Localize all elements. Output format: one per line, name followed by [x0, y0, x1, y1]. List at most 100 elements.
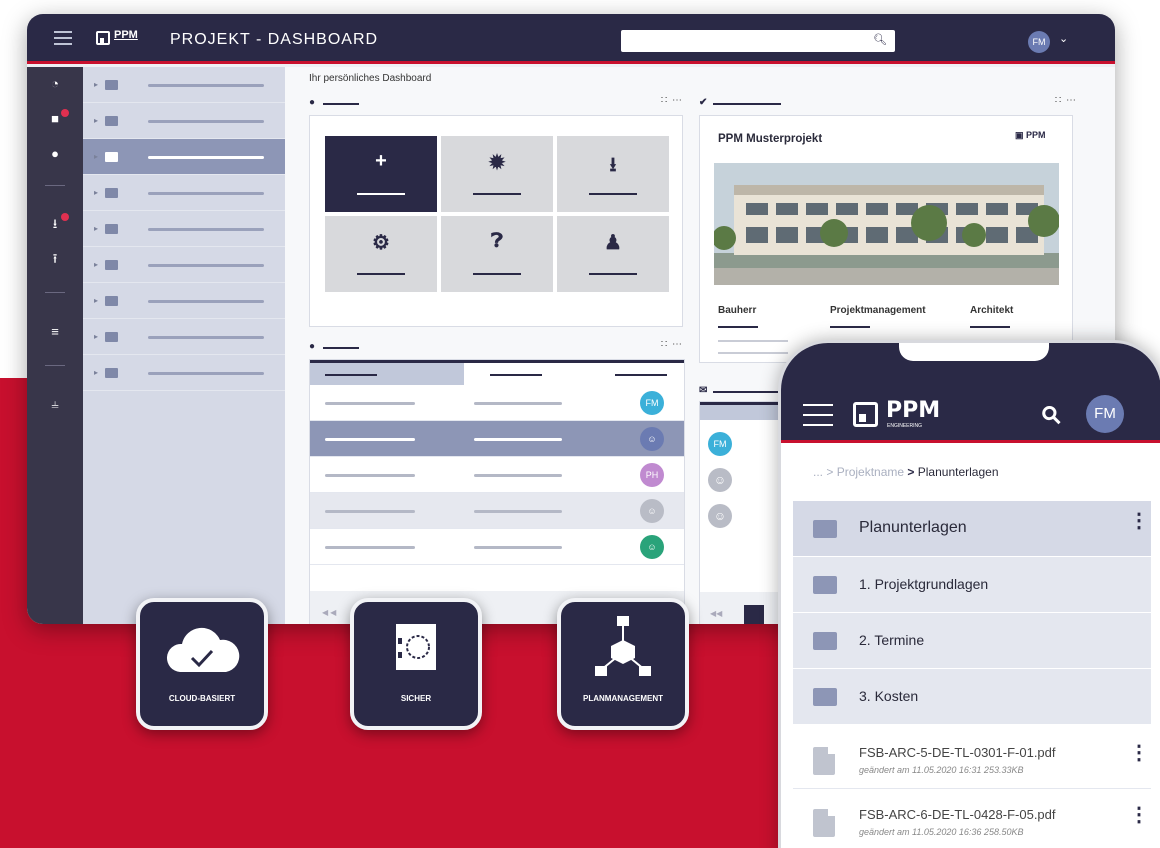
folder-row-current[interactable]: Planunterlagen ⋮ — [793, 501, 1151, 557]
user-avatar-icon[interactable]: ☺ — [708, 504, 732, 528]
panel-tools-icon[interactable]: ∷ ⋯ — [1055, 95, 1077, 106]
file-name: FSB-ARC-6-DE-TL-0428-F-05.pdf — [859, 807, 1056, 822]
add-tile[interactable]: + — [325, 136, 437, 212]
breadcrumb-parent[interactable]: Projektname — [837, 465, 904, 479]
safe-icon — [396, 624, 436, 670]
folder-icon — [105, 296, 118, 306]
folder-icon — [813, 632, 837, 650]
help-tile[interactable]: ❓︎ — [441, 216, 553, 292]
panel-header: ✔ ∷ ⋯ — [699, 95, 1077, 111]
avatar[interactable]: PH — [640, 463, 664, 487]
folder-row[interactable]: 3. Kosten — [793, 669, 1151, 725]
phone-notch — [899, 343, 1049, 361]
more-options-icon[interactable]: ⋮ — [1129, 743, 1149, 763]
panel-title-placeholder — [713, 391, 781, 393]
help-icon: ❓︎ — [490, 230, 504, 252]
top-bar: PPM PROJEKT - DASHBOARD 🔍︎ FM ⌄ — [27, 14, 1115, 64]
table-row[interactable]: ☺ — [310, 493, 684, 529]
chevron-right-icon: > — [907, 465, 918, 479]
folder-icon — [105, 260, 118, 270]
cell-placeholder — [325, 438, 415, 441]
search-input[interactable]: 🔍︎ — [621, 30, 895, 52]
user-avatar-icon[interactable]: ☺ — [708, 468, 732, 492]
folder-name: 3. Kosten — [859, 688, 919, 704]
avatar[interactable]: FM — [708, 432, 732, 456]
folder-row[interactable]: 1. Projektgrundlagen — [793, 557, 1151, 613]
user-avatar-icon[interactable]: ☺ — [640, 535, 664, 559]
chevron-down-icon[interactable]: ⌄ — [1059, 32, 1068, 45]
more-options-icon[interactable]: ⋮ — [1129, 805, 1149, 825]
tile-label-placeholder — [589, 193, 637, 195]
folder-name: 1. Projektgrundlagen — [859, 576, 989, 592]
dashboard-icon[interactable]: ◔ — [47, 77, 63, 91]
tree-item[interactable]: ▸ — [83, 319, 285, 355]
placeholder-line — [148, 192, 264, 195]
first-page-icon[interactable]: ◀◀ — [710, 609, 722, 618]
table-row[interactable]: ☺ — [310, 529, 684, 565]
layers-icon[interactable]: ≡ — [47, 325, 63, 339]
info-icon[interactable]: ● — [47, 147, 63, 161]
gear-icon: ✹ — [488, 152, 506, 174]
chevron-right-icon: > — [826, 465, 837, 479]
table-row[interactable]: FM — [310, 385, 684, 421]
settings-tile[interactable]: ✹ — [441, 136, 553, 212]
file-meta: geändert am 11.05.2020 16:31 253.33KB — [859, 765, 1024, 775]
menu-icon[interactable] — [803, 404, 833, 426]
tree-item[interactable]: ▸ — [83, 103, 285, 139]
tree-item[interactable]: ▸ — [83, 175, 285, 211]
menu-icon[interactable] — [54, 31, 72, 45]
plus-icon: + — [375, 150, 387, 172]
role-label-architekt: Architekt — [970, 305, 1014, 316]
building-illustration — [714, 163, 1059, 285]
phone-mockup: PPM ENGINEERING ⚲ FM ... > Projektname >… — [778, 340, 1160, 848]
more-options-icon[interactable]: ⋮ — [1129, 511, 1149, 531]
placeholder-line — [148, 120, 264, 123]
user-avatar-icon[interactable]: ☺ — [640, 427, 664, 451]
placeholder-line — [148, 228, 264, 231]
cell-placeholder — [325, 402, 415, 405]
first-page-icon[interactable]: ◀◀ — [322, 608, 338, 617]
user-avatar[interactable]: FM — [1028, 31, 1050, 53]
tree-item-selected[interactable]: ▸ — [83, 139, 285, 175]
folder-row[interactable]: 2. Termine — [793, 613, 1151, 669]
table-header — [310, 360, 684, 385]
panel-header: ● ∷ ⋯ — [309, 339, 683, 355]
notification-badge — [61, 109, 69, 117]
avatar[interactable]: FM — [640, 391, 664, 415]
upload-tray-icon[interactable]: ⭱ — [47, 252, 63, 266]
file-row[interactable]: FSB-ARC-6-DE-TL-0428-F-05.pdf geändert a… — [793, 795, 1151, 848]
caret-right-icon: ▸ — [94, 188, 99, 197]
folder-icon — [105, 188, 118, 198]
user-avatar[interactable]: FM — [1086, 395, 1124, 433]
tile-label-placeholder — [589, 273, 637, 275]
placeholder-line — [718, 340, 788, 342]
pdf-file-icon — [813, 809, 835, 837]
tree-item[interactable]: ▸ — [83, 247, 285, 283]
icon-rail: ◔ ■ ● ⭳ ⭱ ≡ ⫨ — [27, 67, 83, 624]
table-panel: FM ☺ PH ☺ ☺ ◀◀ ▶▶ — [309, 359, 685, 624]
inbox-tile[interactable]: ⭳ — [557, 136, 669, 212]
tree-item[interactable]: ▸ — [83, 67, 285, 103]
feature-label: PLANMANAGEMENT — [583, 694, 663, 703]
user-avatar-icon[interactable]: ☺ — [640, 499, 664, 523]
table-row-selected[interactable]: ☺ — [310, 421, 684, 457]
filter-sliders-icon[interactable]: ⫨ — [47, 397, 63, 411]
panel-tools-icon[interactable]: ∷ ⋯ — [661, 95, 683, 106]
gears-tile[interactable]: ⚙ — [325, 216, 437, 292]
tree-item[interactable]: ▸ — [83, 283, 285, 319]
breadcrumb-ellipsis[interactable]: ... — [813, 465, 823, 479]
current-page[interactable] — [744, 605, 764, 624]
check-icon: ✔ — [699, 97, 708, 108]
tree-item[interactable]: ▸ — [83, 211, 285, 247]
search-icon[interactable]: 🔍︎ — [873, 33, 887, 46]
logo-text: PPM — [114, 29, 138, 41]
tree-item[interactable]: ▸ — [83, 355, 285, 391]
placeholder-line — [718, 352, 788, 354]
panel-title-placeholder — [713, 103, 781, 105]
user-tile[interactable]: ♟ — [557, 216, 669, 292]
panel-tools-icon[interactable]: ∷ ⋯ — [661, 339, 683, 350]
file-row[interactable]: FSB-ARC-5-DE-TL-0301-F-01.pdf geändert a… — [793, 733, 1151, 789]
phone-header: PPM ENGINEERING ⚲ FM — [781, 343, 1160, 443]
search-icon[interactable]: ⚲ — [1035, 399, 1068, 432]
table-row[interactable]: PH — [310, 457, 684, 493]
